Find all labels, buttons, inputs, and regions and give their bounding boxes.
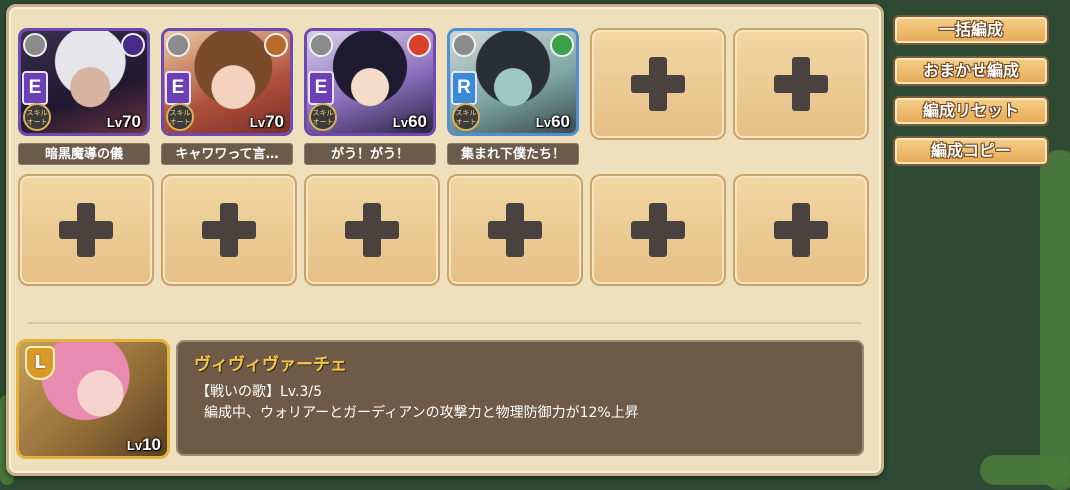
unit-card-3[interactable]: E スキル オート Lv60: [304, 28, 436, 136]
unit-skill-name: 集まれ下僕たち！: [447, 143, 579, 165]
formation-copy-button[interactable]: 編成コピー: [893, 136, 1049, 166]
auto-formation-button[interactable]: おまかせ編成: [893, 56, 1049, 86]
plus-icon: [631, 203, 685, 257]
fire-element-icon: [407, 33, 431, 57]
empty-slot[interactable]: [447, 174, 583, 286]
horn-icon: [452, 33, 476, 57]
leader-skill-description: 編成中、ウォリアーとガーディアンの攻撃力と物理防御力が12%上昇: [204, 405, 639, 421]
plus-icon: [202, 203, 256, 257]
empty-slot[interactable]: [304, 174, 440, 286]
skill-auto-badge: スキル オート: [452, 103, 480, 131]
rarity-badge: R: [451, 71, 477, 105]
unit-card-2[interactable]: E スキル オート Lv70: [161, 28, 293, 136]
empty-slot[interactable]: [733, 174, 869, 286]
earth-element-icon: [264, 33, 288, 57]
rarity-badge: E: [308, 71, 334, 105]
leader-unit-card[interactable]: L Lv10: [16, 339, 170, 459]
plus-icon: [774, 57, 828, 111]
unit-level: Lv70: [106, 112, 141, 131]
unit-card-1[interactable]: E スキル オート Lv70: [18, 28, 150, 136]
vine-decoration-bottom: [980, 455, 1070, 485]
unit-level: Lv70: [249, 112, 284, 131]
unit-level: Lv60: [535, 112, 570, 131]
unit-skill-name: キャワワって言…: [161, 143, 293, 165]
dark-element-icon: [121, 33, 145, 57]
unit-skill-name: 暗黒魔導の儀: [18, 143, 150, 165]
empty-slot[interactable]: [18, 174, 154, 286]
skill-auto-badge: スキル オート: [309, 103, 337, 131]
leader-skill-title: 【戦いの歌】Lv.3/5: [196, 384, 322, 400]
leader-level: Lv10: [126, 435, 161, 454]
unit-card-4[interactable]: R スキル オート Lv60: [447, 28, 579, 136]
plus-icon: [488, 203, 542, 257]
rarity-badge: E: [165, 71, 191, 105]
leader-name: ヴィヴィヴァーチェ: [194, 355, 347, 375]
crosshair-icon: [309, 33, 333, 57]
wing-icon: [166, 33, 190, 57]
plus-icon: [345, 203, 399, 257]
skill-auto-badge: スキル オート: [23, 103, 51, 131]
empty-slot[interactable]: [161, 174, 297, 286]
wind-element-icon: [550, 33, 574, 57]
rarity-badge: E: [22, 71, 48, 105]
plus-icon: [59, 203, 113, 257]
empty-slot[interactable]: [590, 174, 726, 286]
leader-skill-panel: ヴィヴィヴァーチェ 【戦いの歌】Lv.3/5 編成中、ウォリアーとガーディアンの…: [176, 340, 864, 456]
vine-decoration-right: [1040, 150, 1070, 490]
empty-slot[interactable]: [733, 28, 869, 140]
section-divider: [28, 322, 862, 324]
plus-icon: [774, 203, 828, 257]
empty-slot[interactable]: [590, 28, 726, 140]
formation-reset-button[interactable]: 編成リセット: [893, 96, 1049, 126]
unit-skill-name: がう！がう！: [304, 143, 436, 165]
leader-badge: L: [25, 346, 55, 380]
swirl-icon: [23, 33, 47, 57]
bulk-formation-button[interactable]: 一括編成: [893, 15, 1049, 45]
unit-level: Lv60: [392, 112, 427, 131]
skill-auto-badge: スキル オート: [166, 103, 194, 131]
plus-icon: [631, 57, 685, 111]
